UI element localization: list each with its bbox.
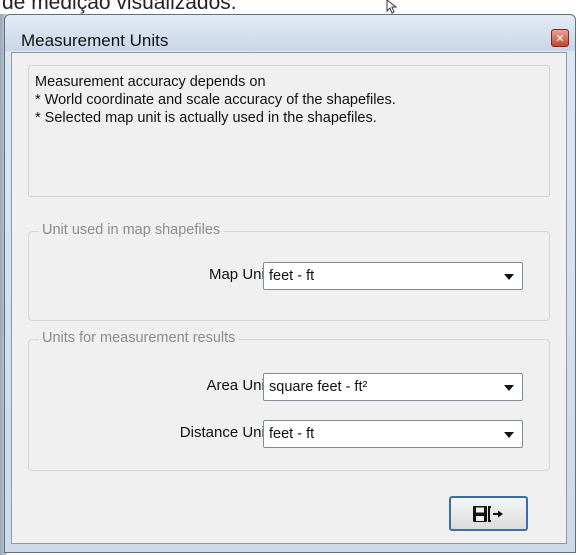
close-button[interactable]: ✕ — [551, 29, 569, 47]
distance-unit-label: Distance Unit — [179, 424, 269, 441]
map-unit-select[interactable]: feet - ft — [263, 262, 523, 290]
info-line-1: Measurement accuracy depends on — [35, 74, 266, 90]
info-line-2: * World coordinate and scale accuracy of… — [35, 92, 396, 108]
map-unit-value: feet - ft — [269, 268, 315, 284]
results-units-group: Units for measurement results Area Unit … — [28, 330, 550, 471]
map-unit-label: Map Unit — [208, 266, 269, 283]
info-line-3: * Selected map unit is actually used in … — [35, 110, 377, 126]
title-bar[interactable]: Measurement Units ✕ — [5, 15, 575, 51]
dialog-client-area: Measurement accuracy depends on * World … — [11, 52, 567, 544]
chevron-down-icon — [504, 385, 514, 391]
info-box: Measurement accuracy depends on * World … — [28, 65, 550, 197]
background-caption: de medição visualizados. — [0, 0, 580, 14]
map-unit-group-title: Unit used in map shapefiles — [39, 222, 224, 238]
dialog-title: Measurement Units — [21, 31, 169, 50]
map-unit-group: Unit used in map shapefiles Map Unit fee… — [28, 222, 550, 321]
area-unit-label: Area Unit — [206, 377, 269, 394]
save-exit-button[interactable] — [449, 496, 528, 531]
area-unit-select[interactable]: square feet - ft² — [263, 373, 523, 401]
measurement-units-dialog: Measurement Units ✕ Measurement accuracy… — [4, 14, 576, 553]
results-group-title: Units for measurement results — [39, 330, 239, 346]
chevron-down-icon — [504, 432, 514, 438]
distance-unit-select[interactable]: feet - ft — [263, 420, 523, 448]
mouse-cursor-icon — [386, 0, 398, 14]
distance-unit-value: feet - ft — [269, 426, 315, 442]
save-exit-icon — [472, 505, 503, 522]
close-icon: ✕ — [555, 32, 565, 45]
area-unit-value: square feet - ft² — [269, 379, 368, 395]
background-caption-text: de medição visualizados. — [2, 0, 237, 14]
chevron-down-icon — [504, 274, 514, 280]
